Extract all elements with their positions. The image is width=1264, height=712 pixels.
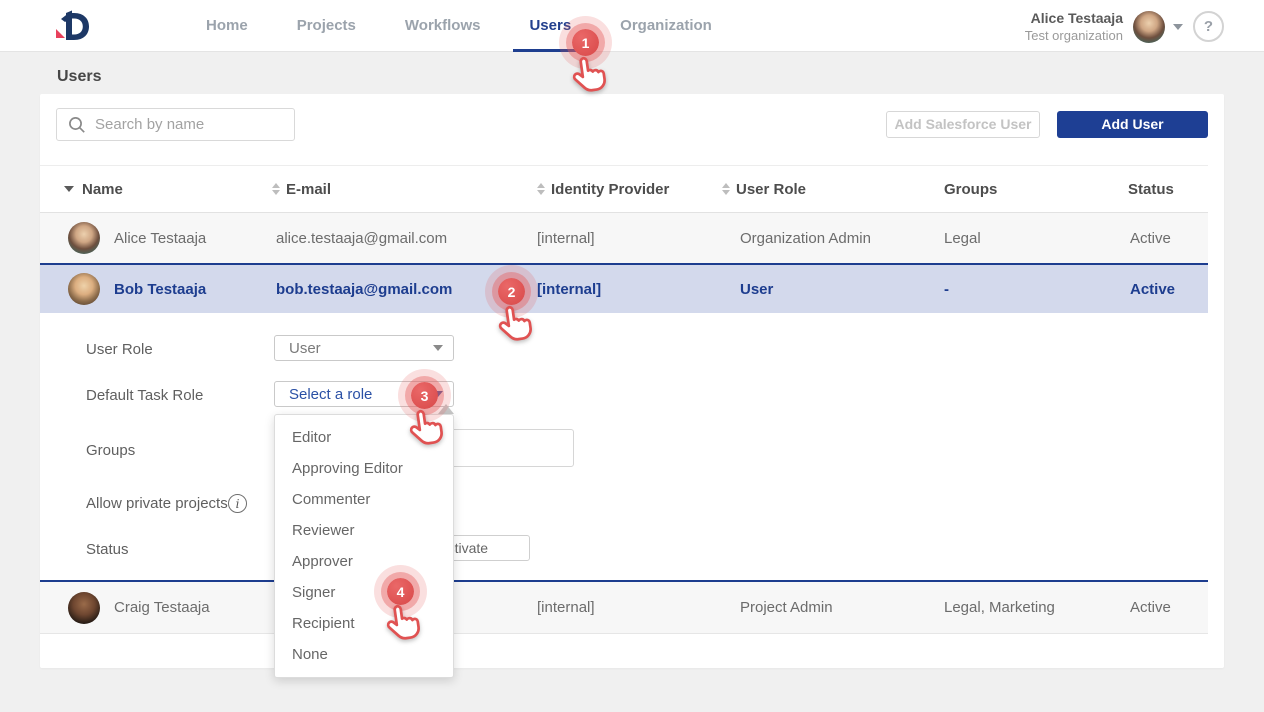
cell-user-role: User <box>722 281 920 298</box>
nav-item-users[interactable]: Users <box>529 0 571 52</box>
cell-status: Active <box>1105 599 1208 616</box>
cell-user-role: Organization Admin <box>722 230 920 247</box>
dropdown-option-reviewer[interactable]: Reviewer <box>275 515 453 546</box>
users-toolbar: Add Salesforce User Add User <box>40 94 1224 165</box>
dropdown-option-commenter[interactable]: Commenter <box>275 484 453 515</box>
account-name: Alice Testaaja <box>1025 10 1123 28</box>
table-row-craig[interactable]: Craig Testaaja [internal] Project Admin … <box>40 582 1208 634</box>
avatar <box>68 222 100 254</box>
dropdown-option-approver[interactable]: Approver <box>275 546 453 577</box>
dropdown-option-none[interactable]: None <box>275 639 453 670</box>
chevron-down-icon[interactable] <box>1173 24 1183 30</box>
avatar <box>68 273 100 305</box>
user-role-select[interactable]: User <box>274 335 454 361</box>
default-task-role-label: Default Task Role <box>86 387 203 404</box>
nav-item-projects[interactable]: Projects <box>297 0 356 52</box>
cell-email: bob.testaaja@gmail.com <box>272 281 535 298</box>
dropdown-notch <box>438 404 454 414</box>
users-table: Name E-mail Identity Provider User Role … <box>40 165 1208 634</box>
add-user-button[interactable]: Add User <box>1057 111 1208 138</box>
search-icon <box>68 116 86 134</box>
groups-label: Groups <box>86 442 135 459</box>
account-menu[interactable]: Alice Testaaja Test organization ? <box>1025 10 1224 44</box>
cell-email: alice.testaaja@gmail.com <box>272 230 535 247</box>
column-header-groups: Groups <box>920 181 1105 198</box>
sort-icon <box>722 183 730 195</box>
page-title: Users <box>57 68 101 86</box>
column-header-email[interactable]: E-mail <box>272 181 535 198</box>
cell-status: Active <box>1105 281 1208 298</box>
dropdown-option-signer[interactable]: Signer <box>275 577 453 608</box>
avatar <box>68 592 100 624</box>
nav-item-workflows[interactable]: Workflows <box>405 0 481 52</box>
nav-item-organization[interactable]: Organization <box>620 0 712 52</box>
sort-desc-icon <box>64 186 74 192</box>
table-row-alice[interactable]: Alice Testaaja alice.testaaja@gmail.com … <box>40 213 1208 263</box>
dropdown-option-editor[interactable]: Editor <box>275 422 453 453</box>
cell-groups: Legal <box>920 230 1105 247</box>
column-label: Groups <box>944 181 997 198</box>
search-box <box>56 108 295 141</box>
cell-identity-provider: [internal] <box>535 230 722 247</box>
cell-name: Alice Testaaja <box>114 230 206 247</box>
sort-icon <box>272 183 280 195</box>
cell-name: Craig Testaaja <box>114 599 210 616</box>
column-label: User Role <box>736 181 806 198</box>
column-header-identity-provider[interactable]: Identity Provider <box>535 181 722 198</box>
default-task-role-select[interactable]: Select a role <box>274 381 454 407</box>
app-root: Home Projects Workflows Users Organizati… <box>0 0 1264 712</box>
help-button[interactable]: ? <box>1193 11 1224 42</box>
column-header-status: Status <box>1105 181 1208 198</box>
cell-groups: Legal, Marketing <box>920 599 1105 616</box>
column-header-name[interactable]: Name <box>40 181 272 198</box>
account-avatar[interactable] <box>1133 11 1165 43</box>
sort-icon <box>537 183 545 195</box>
column-header-user-role[interactable]: User Role <box>722 181 920 198</box>
cell-status: Active <box>1105 230 1208 247</box>
column-label: Identity Provider <box>551 181 669 198</box>
dropdown-option-recipient[interactable]: Recipient <box>275 608 453 639</box>
table-header-row: Name E-mail Identity Provider User Role … <box>40 165 1208 213</box>
add-salesforce-user-button[interactable]: Add Salesforce User <box>886 111 1040 138</box>
column-label: Name <box>82 181 123 198</box>
default-task-role-value: Select a role <box>289 386 372 403</box>
cell-identity-provider: [internal] <box>535 599 722 616</box>
task-role-dropdown-menu: Editor Approving Editor Commenter Review… <box>274 414 454 678</box>
search-input[interactable] <box>95 116 294 133</box>
account-text: Alice Testaaja Test organization <box>1025 10 1123 44</box>
column-label: Status <box>1128 181 1174 198</box>
brand-logo-icon[interactable] <box>53 9 93 45</box>
main-nav: Home Projects Workflows Users Organizati… <box>206 0 712 52</box>
dropdown-option-approving-editor[interactable]: Approving Editor <box>275 453 453 484</box>
chevron-down-icon <box>433 391 443 397</box>
top-navigation: Home Projects Workflows Users Organizati… <box>0 0 1264 52</box>
cell-user-role: Project Admin <box>722 599 920 616</box>
column-label: E-mail <box>286 181 331 198</box>
status-label: Status <box>86 541 129 558</box>
cell-name: Bob Testaaja <box>114 281 206 298</box>
cell-groups: - <box>920 281 1105 298</box>
account-organization: Test organization <box>1025 28 1123 44</box>
table-row-bob[interactable]: Bob Testaaja bob.testaaja@gmail.com [int… <box>40 263 1208 313</box>
info-icon[interactable]: i <box>228 494 247 513</box>
nav-item-home[interactable]: Home <box>206 0 248 52</box>
cell-identity-provider: [internal] <box>535 281 722 298</box>
allow-private-projects-label: Allow private projects <box>86 495 228 512</box>
users-card: Add Salesforce User Add User Name E-mail… <box>40 94 1224 668</box>
chevron-down-icon <box>433 345 443 351</box>
user-role-value: User <box>289 340 321 357</box>
user-detail-panel: User Role User Default Task Role Select … <box>40 313 1208 580</box>
user-role-label: User Role <box>86 341 153 358</box>
